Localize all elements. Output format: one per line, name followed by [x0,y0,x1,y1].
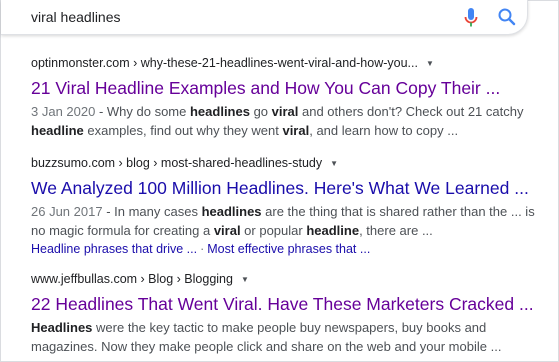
snippet-keyword: headlines [189,104,250,119]
sitelink-headline-phrases[interactable]: Headline phrases that drive ... [31,242,197,256]
search-bar [0,0,559,40]
snippet-keyword: Headlines [31,320,93,335]
snippet-text: were the key tactic to make people buy n… [31,320,502,354]
search-box[interactable] [1,0,528,35]
dropdown-arrow-icon[interactable]: ▼ [241,272,249,288]
snippet-keyword: viral [282,123,310,138]
result-url: optinmonster.com › why-these-21-headline… [31,55,551,72]
snippet-keyword: viral [271,104,299,119]
result-date: 26 Jun 2017 [31,204,103,219]
snippet-keyword: viral [213,223,241,238]
snippet-text: , and learn how to copy ... [309,123,459,138]
sitelink-effective-phrases[interactable]: Most effective phrases that ... [207,242,370,256]
snippet-text: go [249,104,272,119]
result-date: 3 Jan 2020 [31,104,96,119]
result-title-link[interactable]: 22 Headlines That Went Viral. Have These… [31,293,551,315]
result-breadcrumb: buzzsumo.com › blog › most-shared-headli… [31,156,323,170]
microphone-icon[interactable] [464,8,478,28]
snippet-keyword: headline [306,223,360,238]
result-title-link[interactable]: We Analyzed 100 Million Headlines. Here'… [31,177,551,199]
search-result: www.jeffbullas.com › Blog › Blogging ▼ 22… [31,271,551,356]
result-title-link[interactable]: 21 Viral Headline Examples and How You C… [31,77,551,99]
result-snippet: Headlines were the key tactic to make pe… [31,318,551,356]
snippet-keyword: headline [31,123,84,138]
dropdown-arrow-icon[interactable]: ▼ [330,156,338,172]
result-url: www.jeffbullas.com › Blog › Blogging ▼ [31,271,551,288]
search-result: buzzsumo.com › blog › most-shared-headli… [31,155,551,258]
result-breadcrumb: optinmonster.com › why-these-21-headline… [31,56,418,70]
snippet-text: and others don't? Check out 21 catchy [298,104,524,119]
sitelink-separator: · [200,242,205,256]
dropdown-arrow-icon[interactable]: ▼ [426,56,434,72]
search-result: optinmonster.com › why-these-21-headline… [31,55,551,140]
snippet-text: - Why do some [95,104,190,119]
result-snippet: 3 Jan 2020 - Why do some headlines go vi… [31,102,551,140]
result-sitelinks: Headline phrases that drive ... · Most eff… [31,241,551,258]
snippet-text: examples, find out why they went [83,123,283,138]
snippet-text: , there are ... [359,223,433,238]
search-icon[interactable] [497,7,517,27]
result-breadcrumb: www.jeffbullas.com › Blog › Blogging [31,272,233,286]
snippet-keyword: headlines [201,204,262,219]
snippet-text: - In many cases [102,204,202,219]
search-input[interactable] [31,8,431,26]
result-url: buzzsumo.com › blog › most-shared-headli… [31,155,551,172]
result-snippet: 26 Jun 2017 - In many cases headlines ar… [31,202,551,240]
snippet-text: or popular [240,223,307,238]
